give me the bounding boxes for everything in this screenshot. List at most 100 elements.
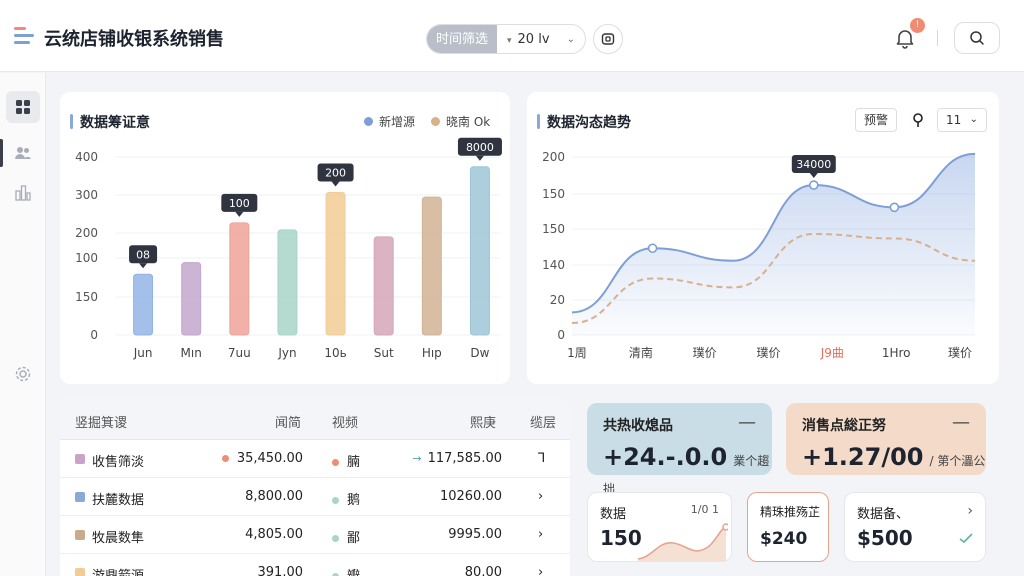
area-fill (572, 153, 975, 335)
bar[interactable] (373, 236, 394, 336)
y-tick-label: 150 (542, 187, 565, 201)
table-header: 竖掘箕谡 闻简 视频 熙庚 缆层 (60, 398, 570, 440)
row-color-swatch (75, 568, 85, 576)
row-action-icon[interactable]: › (538, 565, 543, 576)
chevron-down-icon: ⌄ (566, 34, 575, 45)
data-label-text: 200 (325, 166, 346, 179)
column-header[interactable]: 缆层 (530, 412, 556, 431)
bar[interactable] (469, 166, 490, 336)
time-filter-select[interactable]: ▾ 20 lv ⌄ (497, 25, 585, 53)
row-action-icon[interactable]: ⅂ (538, 451, 545, 466)
mini-title: 数据备、 (857, 507, 910, 522)
row-action-icon[interactable]: › (538, 489, 543, 504)
mini-card-data[interactable]: 数据 1/0 1 150 (587, 492, 732, 562)
row-amount-value: 4,805.00 (245, 527, 303, 542)
kpi-card-sales[interactable]: 消售点総正努 — +1.27/00 / 第个㵽公 (786, 403, 986, 475)
kpi-value: +1.27/00 / 第个㵽公 (802, 443, 985, 471)
row-total-value: 10260.00 (439, 489, 502, 504)
table-row[interactable]: 游鼎箭源 391.00 瓣 80.00 › (60, 554, 570, 576)
time-filter-label[interactable]: 时间筛选 (427, 25, 497, 53)
row-amount: 35,450.00 (220, 451, 303, 466)
x-tick-label: 1Hro (882, 346, 911, 360)
time-filter[interactable]: 时间筛选 ▾ 20 lv ⌄ (426, 24, 586, 54)
kpi-title: 共热收熄品 (603, 418, 673, 434)
bar[interactable] (229, 222, 250, 336)
sidebar-active-indicator (0, 139, 3, 167)
sidebar-item-users[interactable] (6, 137, 40, 169)
row-amount: 8,800.00 (220, 489, 303, 504)
gear-icon (15, 366, 31, 382)
row-total: → 117,585.00 (410, 451, 502, 466)
top-header: 云统店铺收银系统销售 时间筛选 ▾ 20 lv ⌄ ! (0, 0, 1024, 72)
data-label: 34000 (791, 155, 836, 179)
bar[interactable] (277, 229, 298, 336)
row-total: 9995.00 (410, 527, 502, 542)
kpi-subtext: / 第个㵽公 (929, 454, 986, 468)
data-label-text: 08 (136, 248, 150, 261)
chevron-right-icon[interactable]: › (967, 503, 973, 519)
row-tag-value: 瓣 (347, 569, 360, 576)
notification-badge: ! (910, 18, 925, 33)
bar-chart-card: 数据筹证意 新增源 晓南 Ok 400 300 200 100 150 0 Jun Mın 7u… (60, 92, 510, 384)
data-point[interactable] (889, 202, 900, 213)
column-header[interactable]: 闻简 (275, 412, 301, 431)
data-label-text: 8000 (466, 141, 494, 154)
bar[interactable] (181, 262, 202, 336)
row-amount-value: 35,450.00 (236, 451, 303, 466)
sidebar-item-dashboard[interactable] (6, 91, 40, 123)
x-tick-label: Jyn (277, 346, 296, 360)
row-amount: 391.00 (220, 565, 304, 576)
row-total-value: 9995.00 (448, 527, 502, 542)
trend-chart: 200150150140200340001周 清南 璞价 璞价 J9曲 1Hro 璞价 (542, 150, 976, 360)
data-point[interactable] (647, 243, 658, 254)
trend-check-icon (959, 533, 973, 543)
status-dot (332, 497, 339, 504)
bar[interactable] (133, 273, 154, 336)
mini-card-recommend[interactable]: 精珠推殇芷 $240 (747, 492, 829, 562)
row-color-swatch (75, 530, 85, 540)
sidebar-item-settings[interactable] (6, 358, 40, 390)
kpi-title: 消售点総正努 (802, 418, 886, 434)
y-tick-label: 150 (75, 290, 98, 304)
mini-value: $500 (857, 526, 913, 550)
row-name: 游鼎箭源 (92, 565, 144, 576)
column-header[interactable]: 熙庚 (470, 412, 496, 431)
search-button[interactable] (954, 22, 1000, 54)
sidebar-item-reports[interactable] (6, 177, 40, 209)
row-total: 10260.00 (410, 489, 502, 504)
table-row[interactable]: 牧晨数隼 4,805.00 鄙 9995.00 › (60, 516, 570, 554)
row-tag: 鹅 (332, 489, 360, 508)
data-point[interactable] (808, 180, 819, 190)
row-color-swatch (75, 454, 85, 464)
row-tag-value: 鄙 (347, 531, 361, 546)
bar[interactable] (421, 196, 442, 336)
status-dot (221, 455, 229, 462)
x-tick-label: J9曲 (820, 346, 844, 360)
y-tick-label: 0 (557, 328, 565, 342)
row-tag: 瓣 (332, 565, 360, 576)
y-tick-label: 200 (542, 150, 565, 164)
collapse-icon[interactable]: — (738, 412, 756, 433)
mini-value: 150 (600, 526, 642, 550)
x-tick-label: 10ь (324, 346, 346, 360)
bar[interactable] (325, 191, 346, 336)
x-tick-label: 1周 (567, 346, 587, 360)
mini-card-backup[interactable]: 数据备、 › $500 (844, 492, 986, 562)
time-filter-value: 20 lv (517, 32, 550, 47)
table-row[interactable]: 收售筛淡 35,450.00 腩 → 117,585.00 ⅂ (60, 440, 570, 478)
kpi-value: +24.-.0.0 業个趨拙 (603, 443, 772, 499)
data-label: 08 (129, 245, 158, 269)
table-row[interactable]: 扶麓数据 8,800.00 鹅 10260.00 › (60, 478, 570, 516)
column-header[interactable]: 竖掘箕谡 (75, 412, 127, 431)
collapse-icon[interactable]: — (952, 412, 970, 433)
x-tick-label: Mın (181, 346, 202, 360)
row-name: 收售筛淡 (92, 455, 145, 470)
row-name: 牧晨数隼 (92, 531, 145, 546)
export-button[interactable] (593, 24, 623, 54)
kpi-card-products[interactable]: 共热收熄品 — +24.-.0.0 業个趨拙 (587, 403, 772, 496)
row-tag: 鄙 (332, 527, 360, 546)
column-header[interactable]: 视频 (332, 412, 358, 431)
x-tick-label: Jun (133, 346, 153, 360)
row-color-swatch (75, 492, 85, 502)
row-action-icon[interactable]: › (538, 527, 543, 542)
